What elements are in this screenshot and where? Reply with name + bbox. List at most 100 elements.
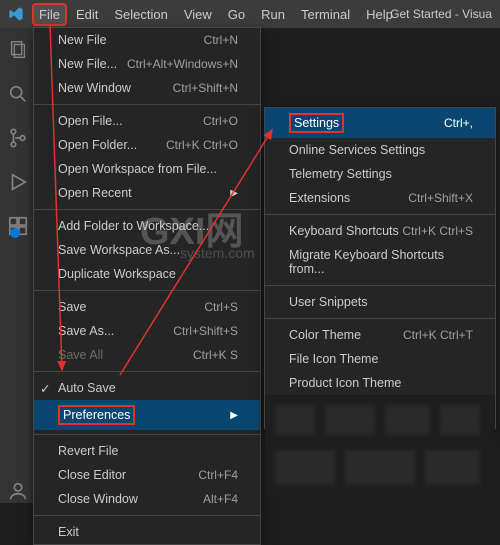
menu-item-label: Product Icon Theme <box>289 376 401 390</box>
chevron-right-icon: ▶ <box>230 410 238 421</box>
search-icon[interactable] <box>6 82 30 106</box>
extensions-icon[interactable] <box>6 214 30 238</box>
menu-item-label: File Icon Theme <box>289 352 378 366</box>
menu-item-label: New File... <box>58 57 117 71</box>
file-menu-item-save-all: Save AllCtrl+K S <box>34 343 260 367</box>
pref-menu-item-online-services-settings[interactable]: Online Services Settings <box>265 138 495 162</box>
menu-item-label: Open File... <box>58 114 123 128</box>
pref-menu-item-file-icon-theme[interactable]: File Icon Theme <box>265 347 495 371</box>
menu-item-label: Extensions <box>289 191 350 205</box>
vscode-logo-icon <box>8 6 24 22</box>
file-menu-item-new-window[interactable]: New Window Ctrl+Shift+N <box>34 76 260 100</box>
file-menu-item-add-folder-to-workspace[interactable]: Add Folder to Workspace... <box>34 214 260 238</box>
window-title: Get Started - Visua <box>390 7 492 21</box>
menu-item-label: Open Recent <box>58 186 132 200</box>
chevron-right-icon: ▶ <box>230 188 238 199</box>
menu-separator <box>34 515 260 516</box>
menu-item-label: Preferences <box>58 405 135 425</box>
shortcut-text: Ctrl+Shift+N <box>173 81 238 95</box>
activitybar <box>0 28 36 503</box>
file-menu-item-auto-save[interactable]: ✓ Auto Save <box>34 376 260 400</box>
pref-menu-item-product-icon-theme[interactable]: Product Icon Theme <box>265 371 495 395</box>
menu-item-label: Exit <box>58 525 79 539</box>
menu-item-label: Color Theme <box>289 328 361 342</box>
shortcut-text: Alt+F4 <box>203 492 238 506</box>
preferences-submenu: Settings Ctrl+, Online Services Settings Te… <box>264 107 496 429</box>
file-menu-item-save[interactable]: Save Ctrl+S <box>34 295 260 319</box>
titlebar: File Edit Selection View Go Run Terminal… <box>0 0 500 28</box>
menu-item-label: Settings <box>289 113 344 133</box>
file-menu-item-exit[interactable]: Exit <box>34 520 260 544</box>
menubar-terminal[interactable]: Terminal <box>294 3 357 26</box>
blurred-content <box>265 395 495 495</box>
shortcut-text: Ctrl+, <box>444 116 473 130</box>
menu-item-label: Close Window <box>58 492 138 506</box>
file-menu-item-open-file[interactable]: Open File... Ctrl+O <box>34 109 260 133</box>
file-menu-item-open-recent[interactable]: Open Recent ▶ <box>34 181 260 205</box>
shortcut-text: Ctrl+Shift+X <box>408 191 473 205</box>
menu-item-label: User Snippets <box>289 295 368 309</box>
pref-menu-item-user-snippets[interactable]: User Snippets <box>265 290 495 314</box>
menubar-run[interactable]: Run <box>254 3 292 26</box>
file-menu-item-revert-file[interactable]: Revert File <box>34 439 260 463</box>
pref-menu-item-migrate-keyboard-shortcuts-from[interactable]: Migrate Keyboard Shortcuts from... <box>265 243 495 281</box>
account-icon[interactable] <box>6 479 30 503</box>
file-menu-item-save-workspace-as[interactable]: Save Workspace As... <box>34 238 260 262</box>
menu-item-label: Save As... <box>58 324 114 338</box>
check-icon: ✓ <box>40 381 50 396</box>
shortcut-text: Ctrl+Shift+S <box>173 324 238 338</box>
menu-item-label: Save All <box>58 348 103 362</box>
file-menu-item-preferences[interactable]: Preferences ▶ <box>34 400 260 430</box>
menu-item-label: Migrate Keyboard Shortcuts from... <box>289 248 473 276</box>
menubar-edit[interactable]: Edit <box>69 3 105 26</box>
menu-separator <box>34 371 260 372</box>
menu-item-label: Open Workspace from File... <box>58 162 217 176</box>
pref-menu-item-extensions[interactable]: Extensions Ctrl+Shift+X <box>265 186 495 210</box>
menu-item-label: Save Workspace As... <box>58 243 180 257</box>
menu-separator <box>34 209 260 210</box>
menu-item-label: Open Folder... <box>58 138 137 152</box>
pref-menu-item-color-theme[interactable]: Color Theme Ctrl+K Ctrl+T <box>265 323 495 347</box>
shortcut-text: Ctrl+F4 <box>198 468 238 482</box>
menu-item-label: Duplicate Workspace <box>58 267 176 281</box>
file-menu-item-new-file[interactable]: New File... Ctrl+Alt+Windows+N <box>34 52 260 76</box>
menu-item-label: Add Folder to Workspace... <box>58 219 209 233</box>
shortcut-text: Ctrl+K Ctrl+T <box>403 328 473 342</box>
menu-separator <box>265 214 495 215</box>
menubar-file[interactable]: File <box>32 3 67 26</box>
menu-item-label: Telemetry Settings <box>289 167 392 181</box>
menu-separator <box>265 318 495 319</box>
menu-item-label: Online Services Settings <box>289 143 425 157</box>
file-menu-item-open-workspace-from-file[interactable]: Open Workspace from File... <box>34 157 260 181</box>
menu-separator <box>265 285 495 286</box>
explorer-icon[interactable] <box>6 38 30 62</box>
shortcut-text: Ctrl+K Ctrl+S <box>402 224 473 238</box>
shortcut-text: Ctrl+S <box>204 300 238 314</box>
source-control-icon[interactable] <box>6 126 30 150</box>
file-menu-item-close-editor[interactable]: Close Editor Ctrl+F4 <box>34 463 260 487</box>
menu-separator <box>34 290 260 291</box>
menubar-view[interactable]: View <box>177 3 219 26</box>
menu-item-label: Auto Save <box>58 381 116 395</box>
file-menu-item-duplicate-workspace[interactable]: Duplicate Workspace <box>34 262 260 286</box>
file-menu-item-new-file[interactable]: New FileCtrl+N <box>34 28 260 52</box>
debug-icon[interactable] <box>6 170 30 194</box>
shortcut-text: Ctrl+O <box>203 114 238 128</box>
file-menu-item-open-folder[interactable]: Open Folder... Ctrl+K Ctrl+O <box>34 133 260 157</box>
menu-item-label: New File <box>58 33 107 47</box>
shortcut-text: Ctrl+Alt+Windows+N <box>127 57 238 71</box>
menu-item-label: Close Editor <box>58 468 126 482</box>
menu-separator <box>34 104 260 105</box>
pref-menu-item-telemetry-settings[interactable]: Telemetry Settings <box>265 162 495 186</box>
menubar-go[interactable]: Go <box>221 3 252 26</box>
file-menu-item-close-window[interactable]: Close Window Alt+F4 <box>34 487 260 511</box>
menu-item-label: New Window <box>58 81 131 95</box>
shortcut-text: Ctrl+K Ctrl+O <box>166 138 238 152</box>
pref-menu-item-settings[interactable]: Settings Ctrl+, <box>265 108 495 138</box>
menu-item-label: Revert File <box>58 444 118 458</box>
menu-item-label: Keyboard Shortcuts <box>289 224 399 238</box>
file-menu-item-save-as[interactable]: Save As... Ctrl+Shift+S <box>34 319 260 343</box>
menubar-selection[interactable]: Selection <box>107 3 174 26</box>
menu-item-label: Save <box>58 300 87 314</box>
pref-menu-item-keyboard-shortcuts[interactable]: Keyboard ShortcutsCtrl+K Ctrl+S <box>265 219 495 243</box>
